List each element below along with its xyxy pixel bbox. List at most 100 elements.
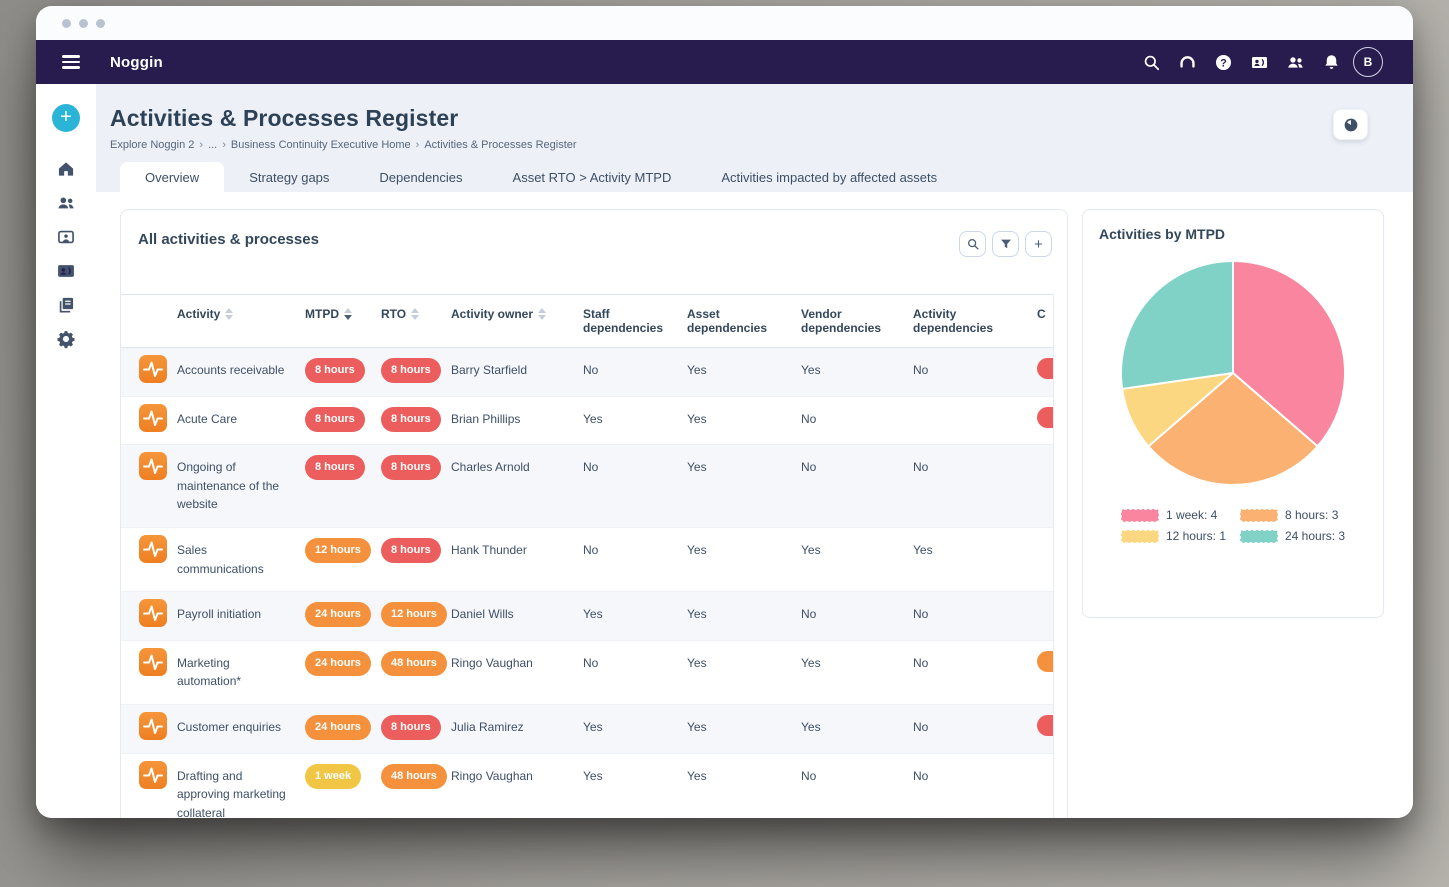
table-scroll-area[interactable]: ActivityMTPDRTOActivity ownerStaff depen… [121, 294, 1054, 818]
tab-overview[interactable]: Overview [120, 162, 224, 192]
sort-arrows[interactable] [411, 308, 419, 320]
breadcrumb-segment[interactable]: Business Continuity Executive Home [231, 139, 411, 151]
legend-swatch [1240, 509, 1278, 522]
legend-item-24-hours: 24 hours: 3 [1240, 529, 1345, 543]
table-row[interactable]: Accounts receivable8 hours8 hoursBarry S… [121, 348, 1053, 397]
criticality-badge [1037, 407, 1054, 428]
sort-arrows[interactable] [538, 308, 546, 320]
window-dot[interactable] [62, 19, 71, 28]
rto-badge: 8 hours [381, 407, 441, 432]
hamburger-menu-icon[interactable] [62, 55, 80, 68]
mtpd-badge: 8 hours [305, 358, 365, 383]
brand-logo[interactable]: Noggin [110, 54, 163, 71]
sidebar-item-documents[interactable] [56, 295, 76, 315]
vendor-dependencies-cell: Yes [801, 705, 913, 750]
sort-down-arrow [538, 315, 546, 320]
mtpd-cell: 1 week [305, 754, 381, 799]
sidebar-item-users[interactable] [56, 193, 76, 213]
user-avatar[interactable]: B [1353, 47, 1383, 77]
window-dot[interactable] [79, 19, 88, 28]
add-button[interactable]: + [52, 104, 80, 132]
breadcrumb-segment[interactable]: Activities & Processes Register [424, 139, 576, 151]
activity-name-cell[interactable]: Customer enquiries [177, 705, 305, 750]
column-label: Staff dependencies [583, 307, 679, 335]
mtpd-cell: 8 hours [305, 445, 381, 490]
table-row[interactable]: Drafting and approving marketing collate… [121, 754, 1053, 818]
content-area: All activities & processes + ActivityMTP… [96, 192, 1413, 818]
sidebar-item-settings[interactable] [56, 329, 76, 349]
sidebar-item-agent-desk[interactable] [56, 227, 76, 247]
rto-cell: 48 hours [381, 641, 451, 686]
table-search-button[interactable] [959, 231, 986, 257]
asset-dependencies-cell: Yes [687, 528, 801, 573]
table-row[interactable]: Marketing automation*24 hours48 hoursRin… [121, 641, 1053, 705]
column-label: Activity dependencies [913, 307, 1029, 335]
staff-dependencies-cell: No [583, 445, 687, 490]
rto-cell: 48 hours [381, 754, 451, 799]
activity-dependencies-cell: No [913, 705, 1037, 750]
activity-icon-cell [121, 592, 177, 640]
staff-dependencies-cell: Yes [583, 754, 687, 799]
activity-name-cell[interactable]: Payroll initiation [177, 592, 305, 637]
table-row[interactable]: Ongoing of maintenance of the website8 h… [121, 445, 1053, 528]
users-icon[interactable] [1286, 53, 1305, 72]
activity-dependencies-cell: Yes [913, 528, 1037, 573]
activity-icon-cell [121, 397, 177, 445]
column-header-activity[interactable]: Activity [177, 295, 305, 333]
activity-icon-cell [121, 705, 177, 753]
search-icon[interactable] [1142, 53, 1161, 72]
activity-icon-cell [121, 528, 177, 576]
table-add-button[interactable]: + [1025, 231, 1052, 257]
sort-arrows[interactable] [225, 308, 233, 320]
breadcrumb-segment[interactable]: Explore Noggin 2 [110, 139, 194, 151]
chart-title: Activities by MTPD [1099, 226, 1367, 242]
activity-dependencies-cell: No [913, 592, 1037, 637]
table-row[interactable]: Acute Care8 hours8 hoursBrian PhillipsYe… [121, 397, 1053, 446]
activity-name-cell[interactable]: Accounts receivable [177, 348, 305, 393]
tab-strategy-gaps[interactable]: Strategy gaps [224, 162, 354, 192]
legend-swatch [1121, 509, 1159, 522]
table-row[interactable]: Customer enquiries24 hours8 hoursJulia R… [121, 705, 1053, 754]
activities-table-card: All activities & processes + ActivityMTP… [120, 209, 1068, 818]
window-dot[interactable] [96, 19, 105, 28]
activity-name-cell[interactable]: Drafting and approving marketing collate… [177, 754, 305, 818]
activity-pulse-icon [139, 452, 167, 480]
activity-name-cell[interactable]: Acute Care [177, 397, 305, 442]
top-nav-bar: Noggin ? B [36, 40, 1413, 84]
history-button[interactable] [1333, 109, 1368, 140]
activity-icon-cell [121, 445, 177, 493]
column-header-rto[interactable]: RTO [381, 295, 451, 333]
sidebar-item-contact-card[interactable] [56, 261, 76, 281]
sort-arrows[interactable] [344, 308, 352, 320]
activity-pulse-icon [139, 355, 167, 383]
legend-label: 8 hours: 3 [1285, 508, 1338, 522]
breadcrumb-segment[interactable]: ... [208, 139, 217, 151]
activity-name-cell[interactable]: Ongoing of maintenance of the website [177, 445, 305, 527]
bell-icon[interactable] [1322, 53, 1341, 72]
rto-cell: 8 hours [381, 348, 451, 393]
legend-item-8-hours: 8 hours: 3 [1240, 508, 1345, 522]
column-header-activity-owner[interactable]: Activity owner [451, 295, 583, 333]
vendor-dependencies-cell: Yes [801, 641, 913, 686]
rto-badge: 12 hours [381, 602, 447, 627]
tab-asset-rto-activity-mtpd[interactable]: Asset RTO > Activity MTPD [488, 162, 697, 192]
activity-name-cell[interactable]: Sales communications [177, 528, 305, 591]
contact-card-icon[interactable] [1250, 53, 1269, 72]
rto-cell: 8 hours [381, 705, 451, 750]
help-icon[interactable]: ? [1214, 53, 1233, 72]
tab-dependencies[interactable]: Dependencies [354, 162, 487, 192]
mtpd-cell: 8 hours [305, 348, 381, 393]
column-header-item [121, 295, 177, 319]
tab-activities-impacted-by-affected-assets[interactable]: Activities impacted by affected assets [696, 162, 962, 192]
column-header-mtpd[interactable]: MTPD [305, 295, 381, 333]
staff-dependencies-cell: Yes [583, 397, 687, 442]
rto-badge: 8 hours [381, 455, 441, 480]
table-row[interactable]: Payroll initiation24 hours12 hoursDaniel… [121, 592, 1053, 641]
sidebar-item-home[interactable] [56, 159, 76, 179]
activity-name-cell[interactable]: Marketing automation* [177, 641, 305, 704]
table-row[interactable]: Sales communications12 hours8 hoursHank … [121, 528, 1053, 592]
legend-item-12-hours: 12 hours: 1 [1121, 529, 1226, 543]
mtpd-cell: 12 hours [305, 528, 381, 573]
headset-icon[interactable] [1178, 53, 1197, 72]
table-filter-button[interactable] [992, 231, 1019, 257]
